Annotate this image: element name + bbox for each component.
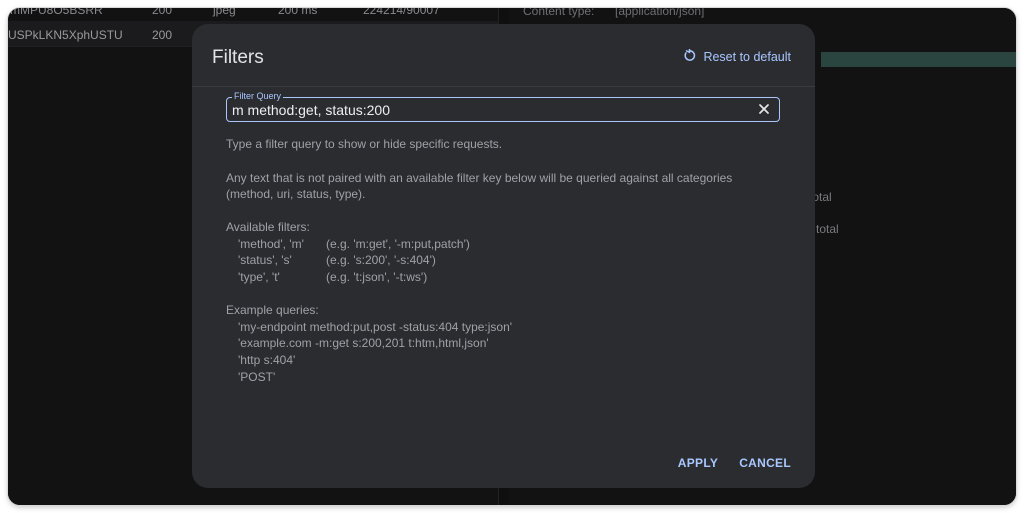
table-row[interactable]: mMPU8O5BSRR 200 jpeg 200 ms 224214/90007 bbox=[8, 8, 498, 22]
example-queries-heading: Example queries: bbox=[226, 303, 319, 317]
filter-example: (e.g. 's:200', '-s:404') bbox=[326, 253, 436, 267]
filter-example: (e.g. 't:json', '-t:ws') bbox=[326, 270, 428, 284]
filter-keys: 'type', 't' bbox=[238, 270, 280, 284]
row-id: USPkLKN5XphUSTU bbox=[8, 28, 123, 42]
close-icon[interactable] bbox=[757, 102, 771, 116]
help-any-text-categories: (method, uri, status, type). bbox=[226, 187, 366, 201]
reset-to-default-button[interactable]: Reset to default bbox=[683, 48, 791, 65]
timing-bar bbox=[821, 52, 1016, 67]
dialog-divider bbox=[192, 86, 815, 87]
help-any-text: Any text that is not paired with an avai… bbox=[226, 171, 733, 185]
row-status: 200 bbox=[152, 28, 173, 42]
row-size: 224214/90007 bbox=[363, 8, 440, 17]
filters-dialog: Filters Reset to default Filter Query Ty… bbox=[192, 24, 815, 488]
filter-keys: 'method', 'm' bbox=[238, 237, 304, 251]
row-type: jpeg bbox=[213, 8, 236, 17]
example-query: 'POST' bbox=[238, 370, 276, 384]
row-time: 200 ms bbox=[278, 8, 318, 17]
cancel-button[interactable]: CANCEL bbox=[739, 456, 791, 470]
row-status: 200 bbox=[152, 8, 173, 17]
content-type-value: [application/json] bbox=[615, 8, 705, 18]
row-id: mMPU8O5BSRR bbox=[10, 8, 103, 17]
example-query: 'example.com -m:get s:200,201 t:htm,html… bbox=[238, 336, 489, 350]
timing-total-label: total bbox=[816, 222, 839, 236]
app-window: mMPU8O5BSRR 200 jpeg 200 ms 224214/90007… bbox=[8, 8, 1016, 505]
reset-icon bbox=[683, 48, 696, 65]
example-query: 'http s:404' bbox=[238, 353, 296, 367]
available-filters-heading: Available filters: bbox=[226, 220, 310, 234]
dialog-actions: APPLY CANCEL bbox=[678, 456, 791, 470]
apply-button[interactable]: APPLY bbox=[678, 456, 718, 470]
filter-query-field[interactable]: Filter Query bbox=[226, 91, 780, 122]
dialog-title: Filters bbox=[212, 47, 264, 68]
filter-keys: 'status', 's' bbox=[238, 253, 292, 267]
example-query: 'my-endpoint method:put,post -status:404… bbox=[238, 320, 513, 334]
content-type-label: Content type: bbox=[523, 8, 595, 18]
filter-query-input[interactable] bbox=[232, 100, 752, 119]
reset-label: Reset to default bbox=[703, 50, 791, 64]
filter-example: (e.g. 'm:get', '-m:put,patch') bbox=[326, 237, 470, 251]
help-intro: Type a filter query to show or hide spec… bbox=[226, 137, 503, 151]
